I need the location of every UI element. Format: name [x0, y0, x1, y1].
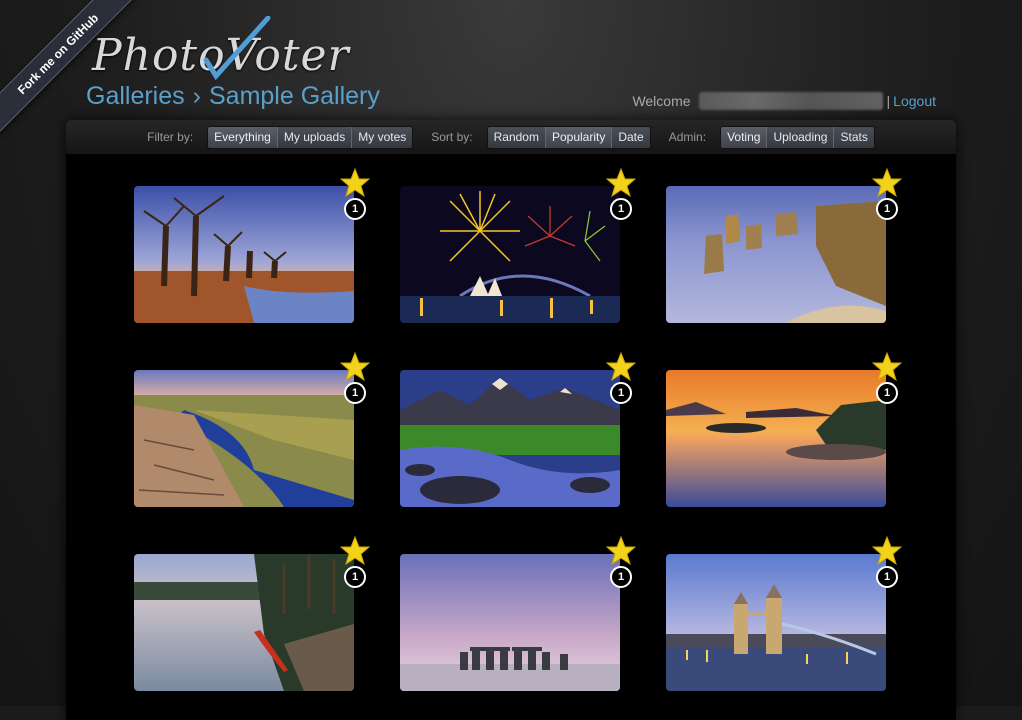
- vote-count-badge: 1: [876, 198, 898, 220]
- photo-card[interactable]: 1: [666, 536, 902, 691]
- user-separator: |: [886, 93, 891, 109]
- vote-count-badge: 1: [344, 566, 366, 588]
- photo-card[interactable]: 1: [134, 536, 370, 691]
- vote-count-badge: 1: [876, 566, 898, 588]
- photo-card[interactable]: 1: [666, 352, 902, 507]
- photo-twelve-apostles[interactable]: [666, 186, 886, 323]
- star-icon[interactable]: [872, 352, 902, 382]
- filter-group: Everything My uploads My votes: [207, 125, 414, 149]
- sort-label: Sort by:: [431, 130, 473, 144]
- vote-count-badge: 1: [610, 566, 632, 588]
- gallery-panel: Filter by: Everything My uploads My vote…: [66, 120, 956, 720]
- photo-river-gorge[interactable]: [134, 370, 354, 507]
- sort-group: Random Popularity Date: [486, 125, 651, 149]
- admin-group: Voting Uploading Stats: [720, 125, 875, 149]
- photo-sydney-fireworks[interactable]: [400, 186, 620, 323]
- photo-card[interactable]: 1: [400, 536, 636, 691]
- photo-card[interactable]: 1: [134, 352, 370, 507]
- filter-my-uploads-button[interactable]: My uploads: [277, 126, 353, 148]
- sort-random-button[interactable]: Random: [487, 126, 546, 148]
- photo-card[interactable]: 1: [400, 352, 636, 507]
- user-bar: Welcome | Logout: [632, 92, 936, 110]
- star-icon[interactable]: [872, 536, 902, 566]
- admin-label: Admin:: [668, 130, 707, 144]
- star-icon[interactable]: [872, 168, 902, 198]
- breadcrumb-separator: ›: [192, 82, 201, 110]
- vote-count-badge: 1: [876, 382, 898, 404]
- photo-tower-bridge[interactable]: [666, 554, 886, 691]
- admin-uploading-button[interactable]: Uploading: [767, 126, 835, 148]
- sort-date-button[interactable]: Date: [612, 126, 650, 148]
- welcome-label: Welcome: [632, 93, 691, 109]
- photo-misty-lake-canoe[interactable]: [134, 554, 354, 691]
- blurred-username: [698, 92, 883, 110]
- admin-voting-button[interactable]: Voting: [721, 126, 768, 148]
- photo-baobab-trees[interactable]: [134, 186, 354, 323]
- vote-count-badge: 1: [610, 382, 632, 404]
- filter-my-votes-button[interactable]: My votes: [352, 126, 413, 148]
- toolbar: Filter by: Everything My uploads My vote…: [66, 120, 956, 154]
- star-icon[interactable]: [606, 168, 636, 198]
- fork-github-ribbon[interactable]: Fork me on GitHub: [0, 0, 140, 140]
- star-icon[interactable]: [606, 352, 636, 382]
- sort-popularity-button[interactable]: Popularity: [545, 126, 613, 148]
- vote-count-badge: 1: [610, 198, 632, 220]
- breadcrumb-current: Sample Gallery: [208, 82, 380, 110]
- logout-link[interactable]: Logout: [893, 93, 936, 109]
- photo-card[interactable]: 1: [400, 168, 636, 323]
- star-icon[interactable]: [340, 352, 370, 382]
- filter-everything-button[interactable]: Everything: [208, 126, 278, 148]
- github-ribbon-container[interactable]: Fork me on GitHub: [0, 0, 140, 140]
- photo-stonehenge[interactable]: [400, 554, 620, 691]
- star-icon[interactable]: [340, 536, 370, 566]
- star-icon[interactable]: [606, 536, 636, 566]
- photo-card[interactable]: 1: [666, 168, 902, 323]
- filter-label: Filter by:: [147, 130, 194, 144]
- photo-mountain-stream[interactable]: [400, 370, 620, 507]
- vote-count-badge: 1: [344, 198, 366, 220]
- star-icon[interactable]: [340, 168, 370, 198]
- admin-stats-button[interactable]: Stats: [834, 126, 874, 148]
- vote-count-badge: 1: [344, 382, 366, 404]
- photo-card[interactable]: 1: [134, 168, 370, 323]
- photo-sunset-lake[interactable]: [666, 370, 886, 507]
